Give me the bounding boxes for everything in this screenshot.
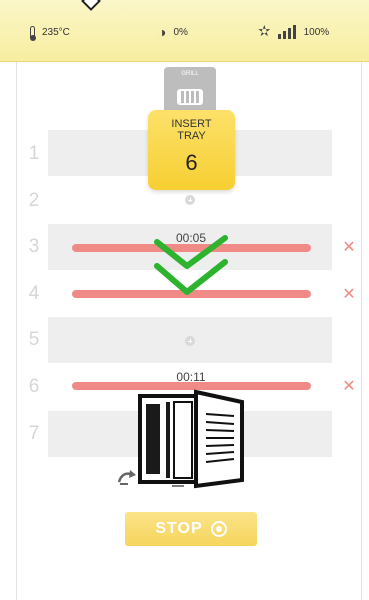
open-oven-door-icon: [138, 389, 244, 489]
insert-tray-card: INSERT TRAY 6: [148, 110, 235, 190]
temperature-status: 235°C: [30, 25, 70, 41]
fan-status: ✫ 100%: [258, 23, 330, 40]
remove-tray-6-icon[interactable]: ✕: [342, 376, 356, 396]
tray-number-4: 4: [28, 283, 40, 304]
water-drop-icon: ◑: [158, 24, 167, 40]
humidity-status: ◑ 0%: [158, 25, 188, 39]
refresh-icon[interactable]: [116, 468, 138, 488]
add-tray-2-icon[interactable]: [185, 195, 195, 205]
tray-number-1: 1: [28, 143, 40, 164]
humidity-value: 0%: [173, 26, 188, 38]
insert-tray-title: INSERT TRAY: [171, 118, 212, 142]
fan-power-value: 100%: [303, 26, 330, 38]
tray-number-2: 2: [28, 190, 40, 211]
remove-tray-3-icon[interactable]: ✕: [342, 237, 356, 257]
tray-number-6: 6: [28, 376, 40, 397]
status-bar: 235°C ◑ 0% ✫ 100%: [0, 0, 369, 62]
stop-button[interactable]: STOP: [125, 512, 257, 546]
grill-mode-label: GRILL: [181, 71, 199, 77]
grill-icon: [177, 89, 203, 105]
fan-icon: ✫: [258, 23, 271, 40]
double-check-icon: [154, 235, 228, 295]
thermometer-icon: [30, 25, 36, 41]
tray-number-3: 3: [28, 236, 40, 257]
temperature-value: 235°C: [42, 26, 70, 38]
grill-mode-chip[interactable]: GRILL: [164, 67, 216, 115]
remove-tray-4-icon[interactable]: ✕: [342, 284, 356, 304]
tray-number-7: 7: [28, 423, 40, 444]
stop-circle-icon: [210, 521, 227, 537]
pointer-cursor-icon: [81, 0, 101, 11]
insert-tray-number: 6: [185, 150, 198, 175]
tray-number-5: 5: [28, 329, 40, 350]
stop-button-label: STOP: [155, 520, 203, 537]
signal-bars-icon: [277, 25, 296, 39]
add-tray-5-icon[interactable]: [185, 336, 195, 346]
